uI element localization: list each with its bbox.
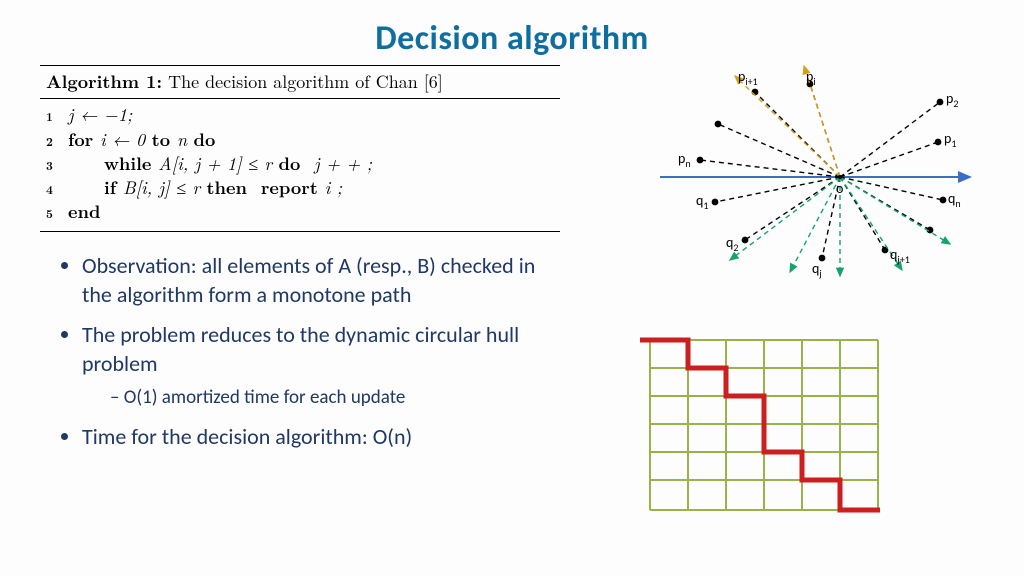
- bullet-list: Observation: all elements of A (resp., B…: [56, 252, 556, 464]
- bullet-1: Observation: all elements of A (resp., B…: [82, 252, 556, 309]
- algorithm-caption: The decision algorithm of Chan [6]: [168, 69, 443, 94]
- slide-title: Decision algorithm: [40, 18, 984, 59]
- bullet-3: Time for the decision algorithm: O(n): [82, 423, 556, 452]
- label-q-2: q2: [726, 234, 738, 254]
- label-origin: o: [836, 180, 843, 197]
- algo-line-4: 4 if B[i, j] ≤ r then report i ;: [46, 176, 554, 200]
- label-p-i1: pi+1: [738, 68, 758, 88]
- algorithm-body: 1 j ← −1; 2 for i ← 0 to n do 3 while A[…: [40, 99, 560, 231]
- label-p-n: pn: [678, 150, 691, 170]
- algorithm-box: Algorithm 1: The decision algorithm of C…: [40, 65, 560, 232]
- label-q-1: q1: [696, 192, 708, 212]
- algo-line-3: 3 while A[i, j + 1] ≤ r do j + + ;: [46, 152, 554, 176]
- monotone-path-svg: [640, 330, 880, 520]
- algorithm-label: Algorithm 1:: [46, 69, 162, 94]
- algo-line-2: 2 for i ← 0 to n do: [46, 128, 554, 152]
- bullet-2: The problem reduces to the dynamic circu…: [82, 321, 556, 411]
- label-q-j: qj: [812, 260, 822, 280]
- label-p-i: pi: [806, 68, 816, 88]
- label-p-1: p1: [944, 130, 956, 150]
- label-q-n: qn: [948, 190, 961, 210]
- label-p-2: p2: [946, 90, 958, 110]
- ray-burst-svg: [640, 62, 980, 282]
- algo-line-1: 1 j ← −1;: [46, 103, 554, 127]
- bullet-2-sub: O(1) amortized time for each update: [110, 386, 556, 411]
- slide: Decision algorithm Algorithm 1: The deci…: [0, 0, 1024, 576]
- algorithm-header: Algorithm 1: The decision algorithm of C…: [40, 65, 560, 99]
- algo-line-5: 5 end: [46, 200, 554, 224]
- ray-burst-figure: pi+1 pi p2 p1 pn q1 q2 qj qj+1 qn o: [640, 62, 980, 282]
- label-q-j1: qj+1: [890, 246, 910, 266]
- monotone-path-figure: [640, 330, 890, 520]
